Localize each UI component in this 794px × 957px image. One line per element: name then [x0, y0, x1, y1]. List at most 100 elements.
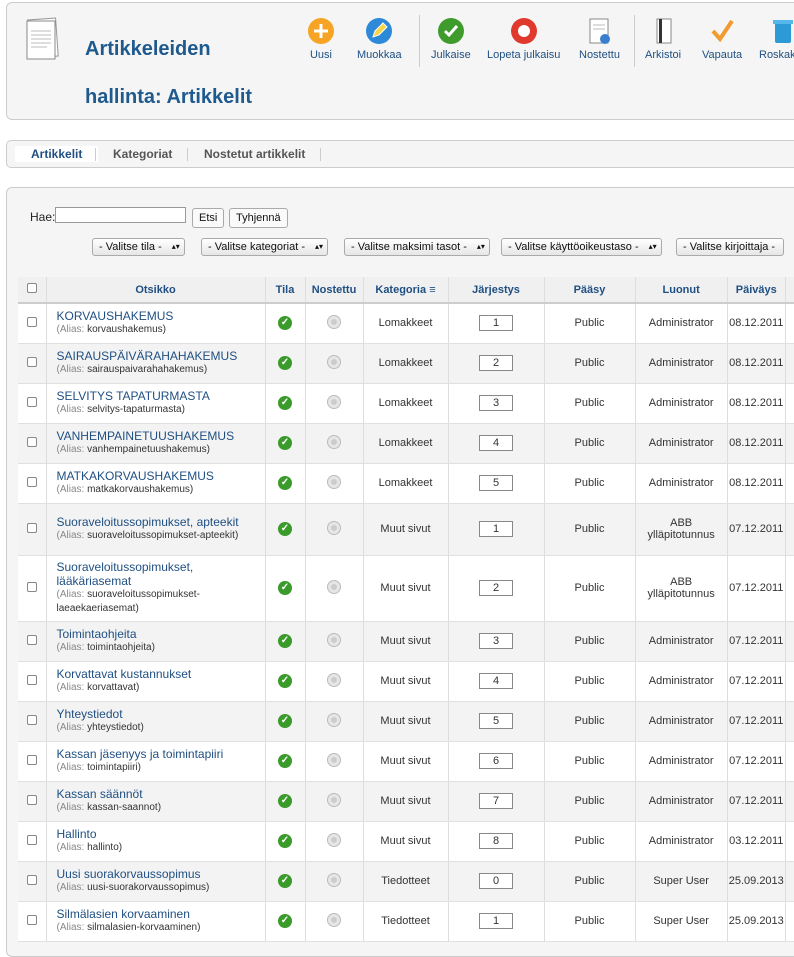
article-title-link[interactable]: Kassan jäsenyys ja toimintapiiri: [57, 747, 265, 761]
article-title-link[interactable]: VANHEMPAINETUUSHAKEMUS: [57, 429, 265, 443]
search-input[interactable]: [55, 207, 186, 223]
row-checkbox[interactable]: [26, 914, 37, 925]
not-featured-icon[interactable]: [328, 793, 340, 806]
checkin-button[interactable]: Vapauta: [702, 17, 742, 61]
published-icon[interactable]: ✓: [278, 914, 292, 928]
ordering-input[interactable]: 1: [479, 913, 513, 929]
not-featured-icon[interactable]: [328, 713, 340, 726]
not-featured-icon[interactable]: [328, 521, 340, 534]
ordering-input[interactable]: 1: [479, 521, 513, 537]
published-icon[interactable]: ✓: [278, 476, 292, 490]
article-title-link[interactable]: Suoraveloitussopimukset, apteekit: [57, 515, 265, 529]
row-checkbox[interactable]: [26, 874, 37, 885]
article-title-link[interactable]: SAIRAUSPÄIVÄRAHAHAKEMUS: [57, 349, 265, 363]
ordering-input[interactable]: 7: [479, 793, 513, 809]
ordering-input[interactable]: 6: [479, 753, 513, 769]
column-access[interactable]: Pääsy: [544, 277, 636, 304]
published-icon[interactable]: ✓: [278, 874, 292, 888]
tab-featured-articles[interactable]: Nostetut artikkelit: [204, 147, 305, 161]
ordering-input[interactable]: 4: [479, 673, 513, 689]
row-checkbox[interactable]: [26, 634, 37, 645]
edit-button[interactable]: Muokkaa: [357, 17, 402, 61]
not-featured-icon[interactable]: [328, 633, 340, 646]
published-icon[interactable]: ✓: [278, 634, 292, 648]
article-title-link[interactable]: Kassan säännöt: [57, 787, 265, 801]
row-checkbox[interactable]: [26, 794, 37, 805]
trash-button[interactable]: Roskakori: [759, 17, 794, 61]
row-checkbox[interactable]: [26, 581, 37, 592]
column-title[interactable]: Otsikko: [46, 277, 266, 304]
ordering-input[interactable]: 5: [479, 475, 513, 491]
ordering-input[interactable]: 3: [479, 395, 513, 411]
select-all-checkbox[interactable]: [26, 283, 37, 293]
column-date[interactable]: Päiväys: [727, 277, 786, 304]
published-icon[interactable]: ✓: [278, 436, 292, 450]
ordering-input[interactable]: 3: [479, 633, 513, 649]
ordering-input[interactable]: 0: [479, 873, 513, 889]
ordering-input[interactable]: 8: [479, 833, 513, 849]
access-filter-select[interactable]: - Valitse käyttöoikeustaso - ▴▾: [501, 238, 662, 256]
column-created-by[interactable]: Luonut: [635, 277, 728, 304]
published-icon[interactable]: ✓: [278, 356, 292, 370]
row-checkbox[interactable]: [26, 522, 37, 533]
ordering-input[interactable]: 2: [479, 355, 513, 371]
row-checkbox[interactable]: [26, 714, 37, 725]
ordering-input[interactable]: 5: [479, 713, 513, 729]
row-checkbox[interactable]: [26, 356, 37, 367]
archive-button[interactable]: Arkistoi: [645, 17, 681, 61]
article-title-link[interactable]: Yhteystiedot: [57, 707, 265, 721]
article-title-link[interactable]: Uusi suorakorvaussopimus: [57, 867, 265, 881]
row-checkbox[interactable]: [26, 674, 37, 685]
not-featured-icon[interactable]: [328, 673, 340, 686]
new-button[interactable]: Uusi: [307, 17, 335, 61]
not-featured-icon[interactable]: [328, 395, 340, 408]
article-title-link[interactable]: Silmälasien korvaaminen: [57, 907, 265, 921]
not-featured-icon[interactable]: [328, 435, 340, 448]
max-levels-filter-select[interactable]: - Valitse maksimi tasot - ▴▾: [344, 238, 490, 256]
not-featured-icon[interactable]: [328, 475, 340, 488]
column-featured[interactable]: Nostettu: [305, 277, 364, 304]
row-checkbox[interactable]: [26, 754, 37, 765]
published-icon[interactable]: ✓: [278, 674, 292, 688]
row-checkbox[interactable]: [26, 834, 37, 845]
ordering-input[interactable]: 2: [479, 580, 513, 596]
column-category[interactable]: Kategoria ≡: [363, 277, 449, 304]
article-title-link[interactable]: Toimintaohjeita: [57, 627, 265, 641]
not-featured-icon[interactable]: [328, 913, 340, 926]
article-title-link[interactable]: SELVITYS TAPATURMASTA: [57, 389, 265, 403]
column-ordering[interactable]: Järjestys: [448, 277, 545, 304]
author-filter-select[interactable]: - Valitse kirjoittaja -: [676, 238, 785, 256]
category-filter-select[interactable]: - Valitse kategoriat - ▴▾: [201, 238, 329, 256]
published-icon[interactable]: ✓: [278, 316, 292, 331]
ordering-input[interactable]: 4: [479, 435, 513, 451]
not-featured-icon[interactable]: [328, 873, 340, 886]
article-title-link[interactable]: Korvattavat kustannukset: [57, 667, 265, 681]
search-button[interactable]: Etsi: [192, 208, 225, 228]
not-featured-icon[interactable]: [328, 315, 340, 328]
published-icon[interactable]: ✓: [278, 522, 292, 536]
article-title-link[interactable]: Suoraveloitussopimukset, lääkäriasemat: [57, 560, 265, 588]
column-state[interactable]: Tila: [265, 277, 306, 304]
published-icon[interactable]: ✓: [278, 834, 292, 848]
publish-button[interactable]: Julkaise: [431, 17, 471, 61]
not-featured-icon[interactable]: [328, 753, 340, 766]
article-title-link[interactable]: Hallinto: [57, 827, 265, 841]
clear-button[interactable]: Tyhjennä: [229, 208, 288, 228]
row-checkbox[interactable]: [26, 436, 37, 447]
unpublish-button[interactable]: Lopeta julkaisu: [487, 17, 560, 61]
published-icon[interactable]: ✓: [278, 754, 292, 768]
not-featured-icon[interactable]: [328, 580, 340, 593]
state-filter-select[interactable]: - Valitse tila - ▴▾: [92, 238, 185, 256]
published-icon[interactable]: ✓: [278, 581, 292, 595]
article-title-link[interactable]: KORVAUSHAKEMUS: [57, 309, 265, 323]
published-icon[interactable]: ✓: [278, 794, 292, 808]
tab-categories[interactable]: Kategoriat: [113, 147, 172, 161]
ordering-input[interactable]: 1: [479, 315, 513, 332]
not-featured-icon[interactable]: [328, 833, 340, 846]
row-checkbox[interactable]: [26, 396, 37, 407]
published-icon[interactable]: ✓: [278, 714, 292, 728]
not-featured-icon[interactable]: [328, 355, 340, 368]
article-title-link[interactable]: MATKAKORVAUSHAKEMUS: [57, 469, 265, 483]
tab-articles[interactable]: Artikkelit: [15, 146, 99, 162]
row-checkbox[interactable]: [26, 476, 37, 487]
